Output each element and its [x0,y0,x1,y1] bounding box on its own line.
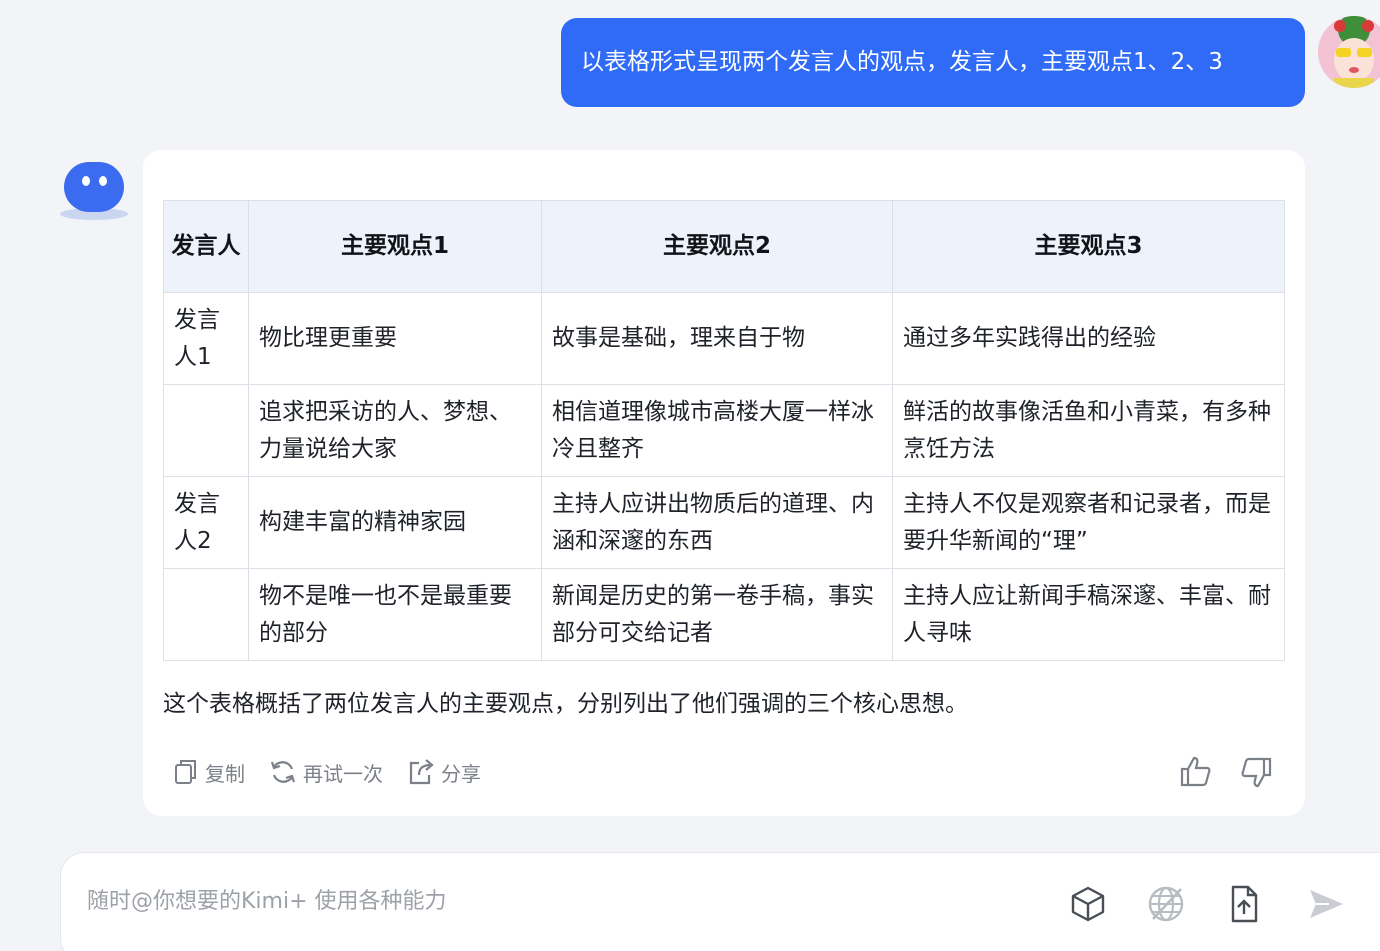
chat-input[interactable] [87,881,987,921]
user-message-bubble: 以表格形式呈现两个发言人的观点，发言人，主要观点1、2、3 [561,18,1305,107]
table-cell: 故事是基础，理来自于物 [541,292,893,385]
send-button[interactable] [1305,883,1347,925]
table-cell: 发言人2 [163,476,249,569]
user-avatar-image [1318,16,1380,88]
table-cell: 主持人应让新闻手稿深邃、丰富、耐人寻味 [892,568,1285,661]
upload-file-button[interactable] [1223,883,1265,925]
table-cell: 发言人1 [163,292,249,385]
kimi-plus-button[interactable] [1067,883,1109,925]
refresh-icon [270,761,296,783]
table-cell: 构建丰富的精神家园 [248,476,542,569]
chat-input-box [60,852,1380,951]
table-cell: 通过多年实践得出的经验 [892,292,1285,385]
table-header-cell: 主要观点3 [892,200,1285,293]
table-cell: 主持人应讲出物质后的道理、内涵和深邃的东西 [541,476,893,569]
table-cell: 相信道理像城市高楼大厦一样冰冷且整齐 [541,384,893,477]
copy-button[interactable]: 复制 [173,758,245,787]
thumbs-up-icon [1180,756,1211,787]
upload-file-icon [1231,885,1258,923]
kimi-logo-icon [60,162,128,220]
thumbs-down-button[interactable] [1239,754,1273,790]
table-cell: 鲜活的故事像活鱼和小青菜，有多种烹饪方法 [892,384,1285,477]
table-row: 发言人1 物比理更重要 故事是基础，理来自于物 通过多年实践得出的经验 [163,292,1285,385]
table-header-cell: 主要观点2 [541,200,893,293]
kimi-avatar [58,158,130,224]
thumbs-down-icon [1241,757,1272,788]
table-cell: 主持人不仅是观察者和记录者，而是要升华新闻的“理” [892,476,1285,569]
share-icon [409,759,434,785]
copy-button-label: 复制 [205,761,245,786]
table-cell [163,568,249,661]
retry-button[interactable]: 再试一次 [269,758,383,787]
table-cell: 物比理更重要 [248,292,542,385]
answer-summary-text: 这个表格概括了两位发言人的主要观点，分别列出了他们强调的三个核心思想。 [163,691,968,717]
web-search-off-icon [1148,886,1184,922]
table-row: 物不是唯一也不是最重要的部分 新闻是历史的第一卷手稿，事实部分可交给记者 主持人… [163,568,1285,661]
table-cell: 新闻是历史的第一卷手稿，事实部分可交给记者 [541,568,893,661]
table-cell: 追求把采访的人、梦想、力量说给大家 [248,384,542,477]
send-icon [1310,890,1343,918]
share-button-label: 分享 [441,761,481,786]
user-avatar[interactable] [1318,16,1380,88]
retry-button-label: 再试一次 [303,761,383,786]
table-cell: 物不是唯一也不是最重要的部分 [248,568,542,661]
thumbs-up-button[interactable] [1179,754,1213,790]
table-row: 追求把采访的人、梦想、力量说给大家 相信道理像城市高楼大厦一样冰冷且整齐 鲜活的… [163,384,1285,477]
table-header-cell: 主要观点1 [248,200,542,293]
copy-icon [175,760,196,784]
cube-icon [1071,886,1105,922]
share-button[interactable]: 分享 [407,758,481,787]
table-row: 发言人2 构建丰富的精神家园 主持人应讲出物质后的道理、内涵和深邃的东西 主持人… [163,476,1285,569]
web-search-toggle[interactable] [1145,883,1187,925]
table-cell [163,384,249,477]
viewpoints-table: 发言人 主要观点1 主要观点2 主要观点3 发言人1 物比理更重要 故事是基础，… [163,200,1285,661]
assistant-answer-card: 发言人 主要观点1 主要观点2 主要观点3 发言人1 物比理更重要 故事是基础，… [143,150,1305,816]
table-header-row: 发言人 主要观点1 主要观点2 主要观点3 [163,200,1285,293]
table-header-cell: 发言人 [163,200,249,293]
answer-action-bar: 复制 再试一次 分享 [173,754,505,790]
